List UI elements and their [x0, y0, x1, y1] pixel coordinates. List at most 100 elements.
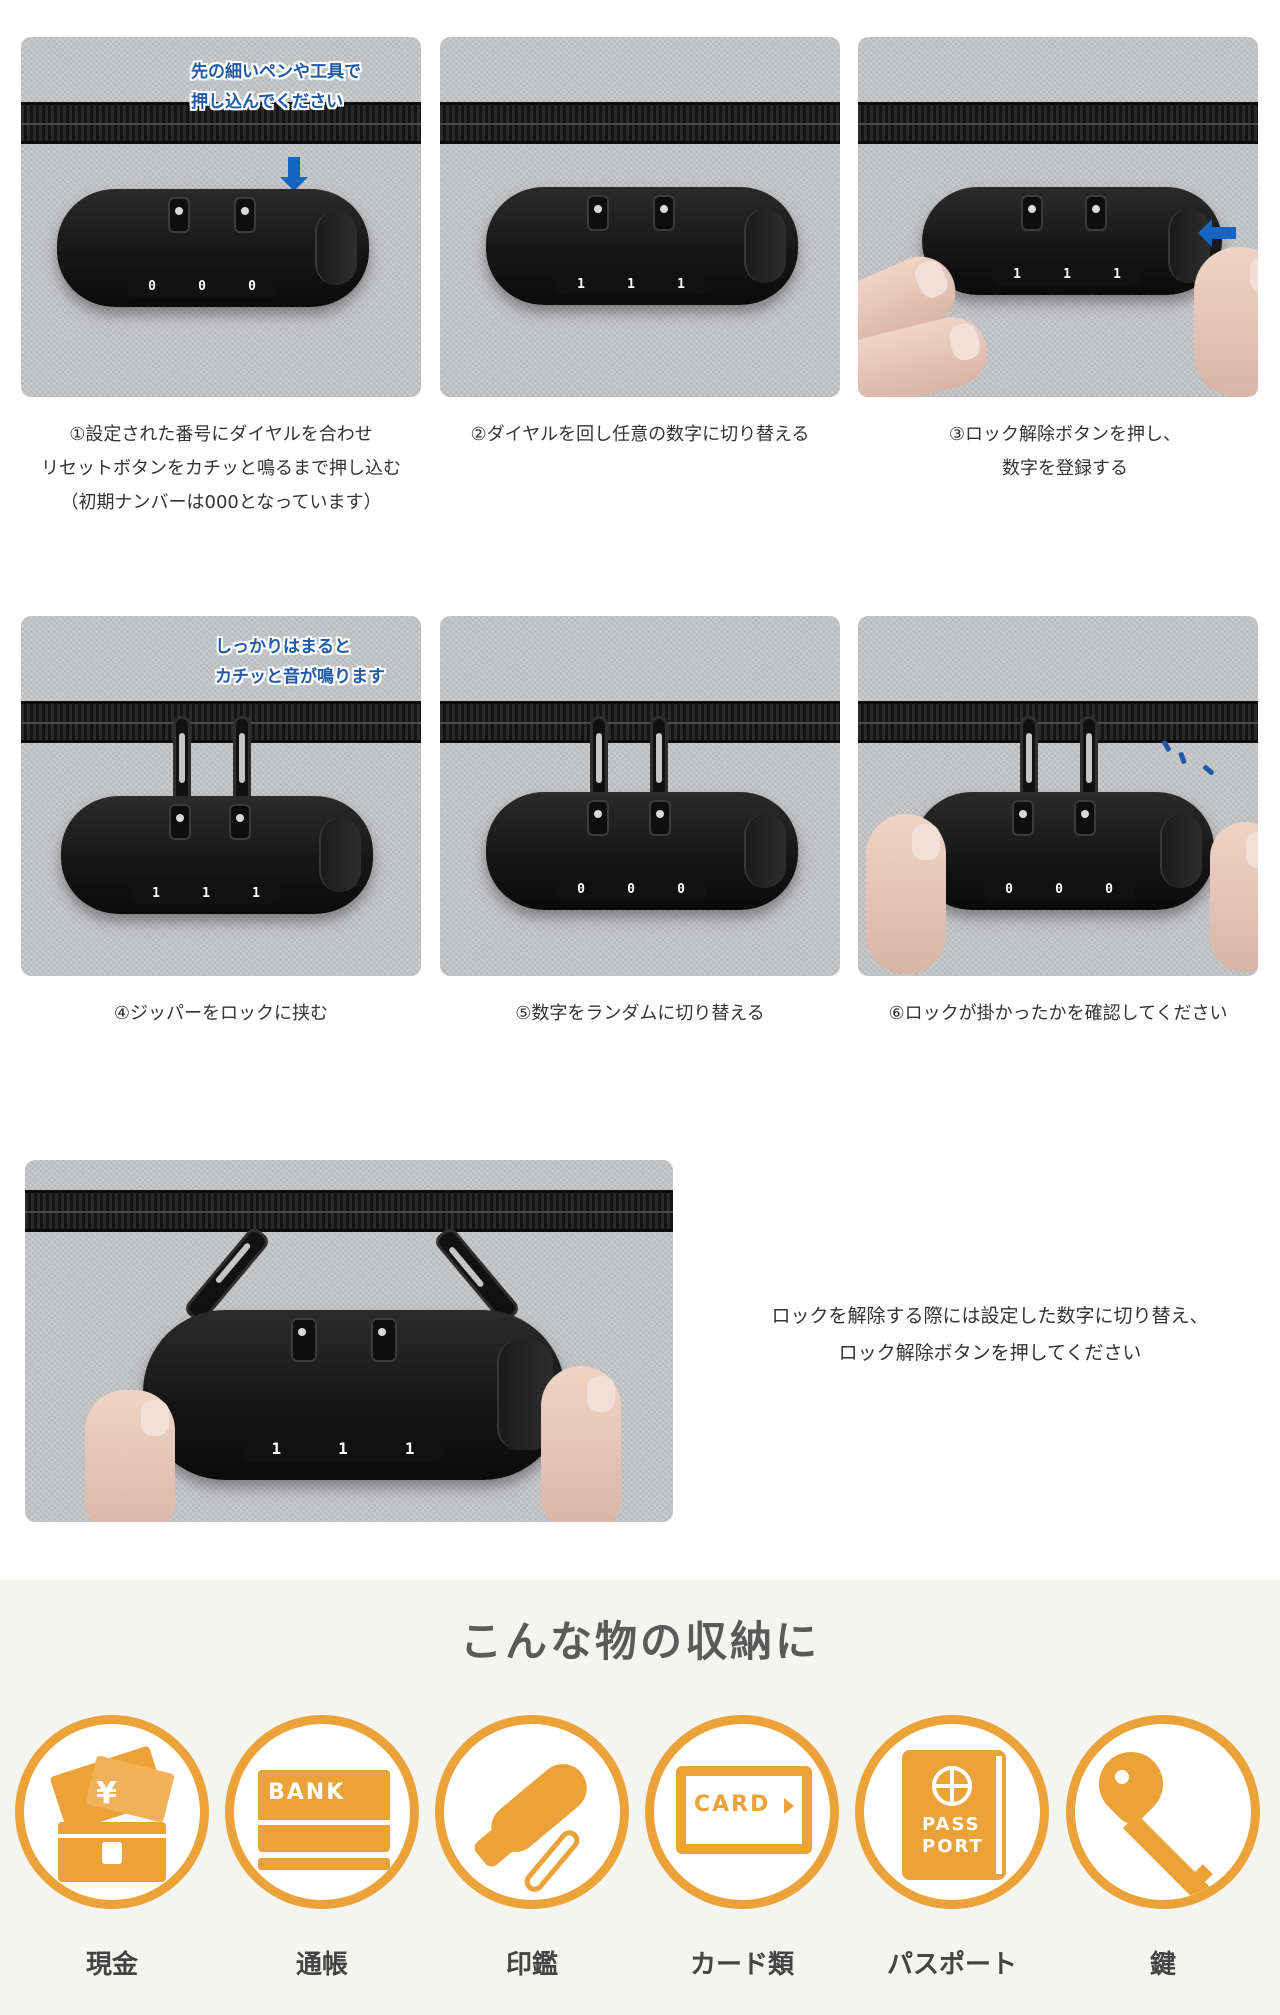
combination-lock: 1 1 1: [486, 187, 798, 305]
step-4-photo: しっかりはまると カチッと音が鳴ります 1 1 1: [21, 616, 421, 976]
step-1-caption: ①設定された番号にダイヤルを合わせ リセットボタンをカチッと鳴るまで押し込む （…: [41, 424, 401, 513]
combination-lock: 1 1 1: [922, 187, 1222, 295]
zipper: [858, 701, 1258, 743]
lock-slot: [649, 800, 671, 836]
dial: 1: [271, 1438, 282, 1458]
finger-left: [85, 1390, 175, 1522]
storage-item-passport: PASS PORT パスポート: [847, 1715, 1049, 1995]
step-6-photo: 0 0 0: [858, 616, 1258, 976]
storage-title: こんな物の収納に: [459, 1617, 820, 1666]
lock-slot: [1012, 800, 1034, 836]
finger-right: [1194, 247, 1258, 397]
combination-lock: 0 0 0: [914, 792, 1214, 910]
zipper-pull: [173, 716, 191, 806]
zipper: [21, 701, 421, 743]
key-icon: [1066, 1715, 1260, 1909]
dial-row: 0 0 0: [984, 878, 1134, 900]
unlock-instruction: ロックを解除する際には設定した数字に切り替え、 ロック解除ボタンを押してください: [771, 1305, 1209, 1364]
dial: 1: [202, 885, 210, 901]
combination-lock: 1 1 1: [61, 796, 373, 914]
step-1-photo: 先の細いペンや工具で 押し込んでください 0 0 0: [21, 37, 421, 397]
lock-slot: [1021, 195, 1043, 231]
arrow-down-icon: [280, 157, 308, 191]
finger-left: [866, 814, 946, 974]
lock-slot: [229, 804, 251, 840]
dial: 0: [1105, 881, 1113, 897]
zipper-pull: [233, 716, 251, 806]
dial-row: 1 1 1: [131, 882, 281, 904]
unlock-photo: 1 1 1: [25, 1160, 673, 1522]
zipper: [440, 102, 840, 144]
dial-row: 1 1 1: [556, 273, 706, 295]
dial: 0: [148, 278, 156, 294]
lock-slot: [169, 804, 191, 840]
lock-slot: [291, 1318, 317, 1362]
dial: 1: [1113, 266, 1121, 282]
step-6-caption: ⑥ロックが掛かったかを確認してください: [888, 1003, 1228, 1024]
dial: 1: [1063, 266, 1071, 282]
zipper: [858, 102, 1258, 144]
storage-item-bankbook: BANK 通帳: [217, 1715, 419, 1995]
lock-slot: [587, 195, 609, 231]
storage-item-key: 鍵: [1058, 1715, 1260, 1995]
step-3-photo: 1 1 1: [858, 37, 1258, 397]
dial: 1: [1013, 266, 1021, 282]
unlock-button: [1160, 814, 1202, 888]
passport-icon: PASS PORT: [855, 1715, 1049, 1909]
dial: 0: [577, 881, 585, 897]
lock-slot: [653, 195, 675, 231]
unlock-button: [744, 814, 786, 888]
combination-lock: 0 0 0: [486, 792, 798, 910]
storage-item-cash: ¥ 現金: [7, 1715, 209, 1995]
dial: 1: [338, 1438, 348, 1458]
dial: 0: [1055, 881, 1063, 897]
finger-right: [541, 1366, 621, 1522]
step-1-callout: 先の細いペンや工具で 押し込んでください: [191, 62, 361, 112]
lock-slot: [587, 800, 609, 836]
lock-slot: [371, 1318, 397, 1362]
lock-slot: [234, 197, 256, 233]
card-icon: CARD: [645, 1715, 839, 1909]
step-5-photo: 0 0 0: [440, 616, 840, 976]
dial-row: 1 1 1: [992, 263, 1142, 285]
dial: 1: [252, 885, 260, 901]
dial-row: 0 0 0: [556, 878, 706, 900]
step-4-callout: しっかりはまると カチッと音が鳴ります: [215, 637, 385, 687]
combination-lock: 0 0 0: [57, 189, 369, 307]
unlock-button: [315, 211, 357, 285]
combination-lock: 1 1 1: [143, 1310, 565, 1480]
dial: 0: [677, 881, 685, 897]
click-sound-mark: [1178, 751, 1187, 765]
dial: 0: [1005, 881, 1013, 897]
seal-stamp-icon: [435, 1715, 629, 1909]
zipper: [25, 1190, 673, 1232]
lock-slot: [168, 197, 190, 233]
storage-item-card: CARD カード類: [637, 1715, 839, 1995]
cash-icon: ¥: [15, 1715, 209, 1909]
bankbook-icon: BANK: [225, 1715, 419, 1909]
dial: 0: [248, 278, 256, 294]
step-2-photo: 1 1 1: [440, 37, 840, 397]
dial-row: 0 0 0: [127, 275, 277, 297]
dial: 0: [198, 278, 206, 294]
zipper: [440, 701, 840, 743]
lock-slot: [1085, 195, 1107, 231]
lock-slot: [1074, 800, 1096, 836]
dial: 0: [627, 881, 635, 897]
finger-right: [1210, 822, 1258, 972]
dial-row: 1 1 1: [243, 1434, 443, 1462]
step-5-caption: ⑤数字をランダムに切り替える: [515, 1003, 765, 1024]
dial: 1: [627, 276, 635, 292]
dial: 1: [404, 1438, 415, 1458]
step-2-caption: ②ダイヤルを回し任意の数字に切り替える: [470, 424, 810, 445]
dial: 1: [677, 276, 685, 292]
unlock-button: [744, 209, 786, 283]
click-sound-mark: [1202, 764, 1215, 776]
storage-item-seal: 印鑑: [427, 1715, 629, 1995]
arrow-left-icon: [1198, 219, 1236, 247]
step-3-caption: ③ロック解除ボタンを押し、 数字を登録する: [948, 424, 1182, 479]
dial: 1: [152, 885, 160, 901]
step-4-caption: ④ジッパーをロックに挟む: [113, 1003, 329, 1024]
unlock-button: [319, 818, 361, 892]
dial: 1: [577, 276, 585, 292]
